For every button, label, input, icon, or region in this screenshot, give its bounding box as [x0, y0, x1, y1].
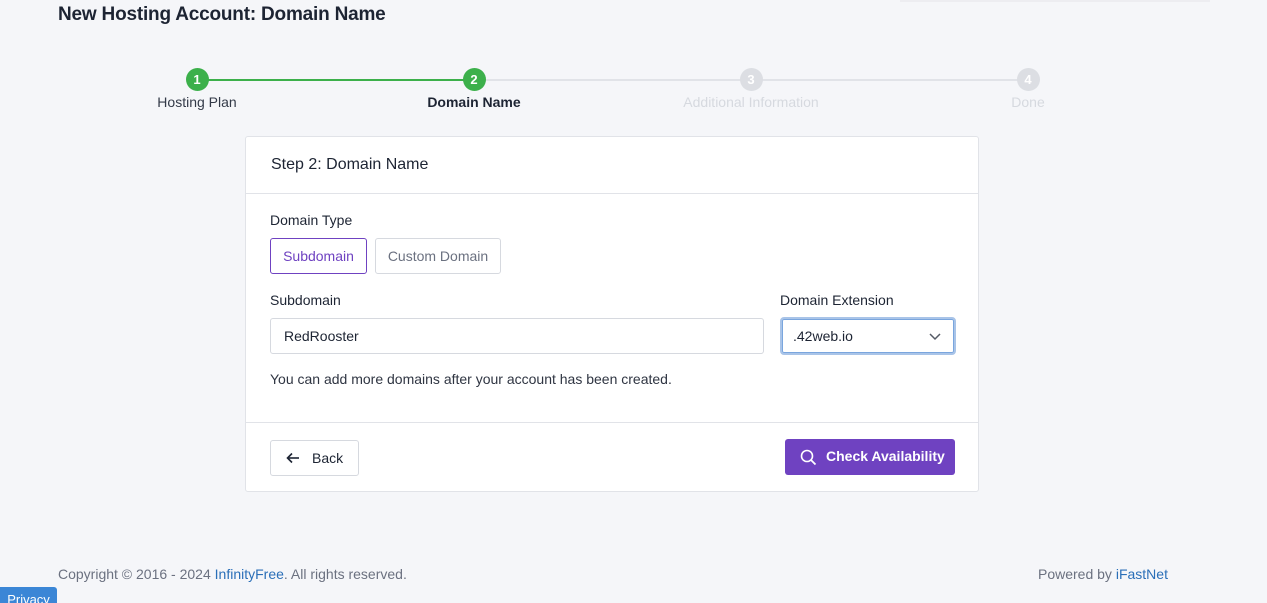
powered-by-prefix: Powered by — [1038, 566, 1116, 582]
chevron-down-icon — [929, 333, 941, 341]
step-label-hosting-plan: Hosting Plan — [157, 94, 237, 110]
step-label-done: Done — [1011, 94, 1045, 110]
progress-stepper: 1 Hosting Plan 2 Domain Name 3 Additiona… — [0, 68, 1267, 113]
step-additional-information: 3 Additional Information — [661, 68, 841, 110]
subdomain-toggle-button[interactable]: Subdomain — [270, 238, 367, 274]
step-hosting-plan: 1 Hosting Plan — [107, 68, 287, 110]
step-domain-name: 2 Domain Name — [384, 68, 564, 110]
step-number-1: 1 — [185, 68, 209, 91]
infinityfree-link[interactable]: InfinityFree — [215, 566, 284, 582]
domain-type-label: Domain Type — [270, 212, 353, 228]
privacy-button[interactable]: Privacy — [0, 587, 57, 603]
step-label-additional-information: Additional Information — [683, 94, 819, 110]
step-number-2: 2 — [462, 68, 486, 91]
domain-extension-select[interactable]: .42web.io — [780, 317, 956, 355]
help-text: You can add more domains after your acco… — [270, 371, 672, 387]
step-done: 4 Done — [938, 68, 1118, 110]
domain-extension-value: .42web.io — [793, 328, 853, 344]
back-button[interactable]: Back — [270, 440, 359, 476]
card-footer: Back Check Availability — [246, 422, 978, 491]
arrow-left-icon — [286, 452, 299, 464]
back-button-label: Back — [312, 450, 344, 466]
copyright-prefix: Copyright © 2016 - 2024 — [58, 566, 215, 582]
step-number-3: 3 — [739, 68, 763, 91]
custom-domain-toggle-button[interactable]: Custom Domain — [375, 238, 501, 274]
search-icon — [800, 449, 817, 466]
domain-extension-label: Domain Extension — [780, 292, 894, 308]
step-number-4: 4 — [1016, 68, 1040, 91]
page-title: New Hosting Account: Domain Name — [58, 4, 386, 25]
subdomain-input[interactable] — [270, 318, 764, 354]
check-availability-label: Check Availability — [826, 448, 945, 464]
card-title: Step 2: Domain Name — [246, 137, 978, 194]
copyright-text: Copyright © 2016 - 2024 InfinityFree. Al… — [58, 566, 407, 582]
subdomain-label: Subdomain — [270, 292, 341, 308]
check-availability-button[interactable]: Check Availability — [785, 439, 955, 475]
domain-name-card: Step 2: Domain Name Domain Type Subdomai… — [245, 136, 979, 492]
step-label-domain-name: Domain Name — [427, 94, 521, 110]
copyright-suffix: . All rights reserved. — [283, 566, 407, 582]
top-bar-edge — [900, 0, 1210, 2]
powered-by-text: Powered by iFastNet — [1038, 566, 1168, 582]
ifastnet-link[interactable]: iFastNet — [1116, 566, 1168, 582]
